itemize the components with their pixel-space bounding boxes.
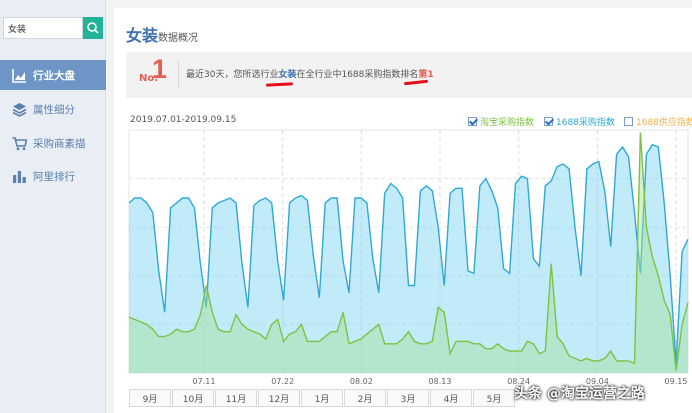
- x-tick-label: 08.02: [350, 377, 373, 386]
- month-cell[interactable]: 9月: [129, 389, 171, 407]
- x-tick-label: 09.15: [665, 377, 688, 386]
- month-cell[interactable]: 11月: [215, 389, 257, 407]
- month-cell[interactable]: 1月: [301, 389, 343, 407]
- x-tick-label: 07.22: [271, 377, 294, 386]
- month-range-axis: 9月 10月 11月 12月 1月 2月 3月 4月 5月: [129, 389, 516, 409]
- month-cell[interactable]: 4月: [430, 389, 472, 407]
- month-cell[interactable]: 3月: [387, 389, 429, 407]
- app-window: 行业大盘 属性细分 采购商素描 阿里排行: [0, 0, 692, 413]
- month-cell[interactable]: 12月: [258, 389, 300, 407]
- month-cell[interactable]: 10月: [172, 389, 214, 407]
- watermark: 头条 @淘宝运营之路: [514, 386, 645, 402]
- x-tick-label: 07.11: [193, 377, 216, 386]
- month-cell[interactable]: 2月: [344, 389, 386, 407]
- trend-chart: 07.11 07.22 08.02 08.13 08.24 09.04 09.15: [128, 129, 689, 386]
- x-tick-label: 08.13: [429, 377, 452, 386]
- month-cell[interactable]: 5月: [473, 389, 515, 407]
